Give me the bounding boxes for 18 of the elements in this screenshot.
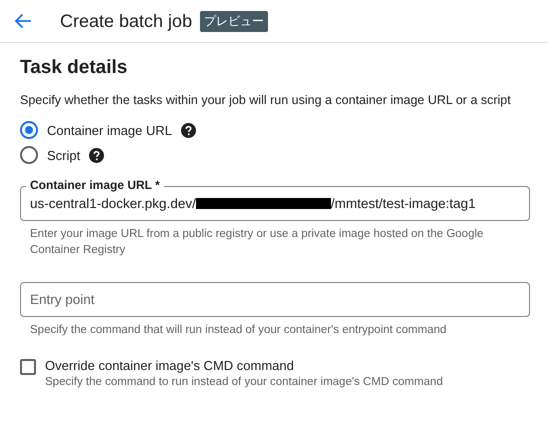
radio-label: Container image URL (47, 122, 172, 138)
radio-button[interactable] (20, 146, 38, 164)
field-label: Container image URL * (26, 178, 164, 192)
radio-button[interactable] (20, 121, 38, 139)
field-hint: Specify the command that will run instead of your container's entrypoint command (29, 323, 448, 338)
back-arrow-icon[interactable] (14, 13, 32, 29)
help-icon[interactable] (89, 148, 104, 162)
checkbox-label: Override container image's CMD command (45, 358, 295, 373)
help-icon[interactable] (181, 122, 196, 138)
checkbox[interactable] (20, 359, 36, 375)
checkbox-hint: Specify the command to run instead of your container image's CMD command (45, 376, 443, 388)
section-description: Specify whether the tasks within your job will run using a container image URL or a script (20, 93, 512, 107)
radio-label: Script (47, 148, 80, 162)
section-title: Task details (20, 57, 128, 79)
field-hint: Enter your image URL from a public registry or use a private image hosted on the Google Container Registry (29, 227, 484, 258)
preview-badge: プレビュー (200, 10, 268, 32)
page-title: Create batch job (60, 10, 192, 32)
entry-point-field[interactable]: Entry point (20, 282, 530, 317)
